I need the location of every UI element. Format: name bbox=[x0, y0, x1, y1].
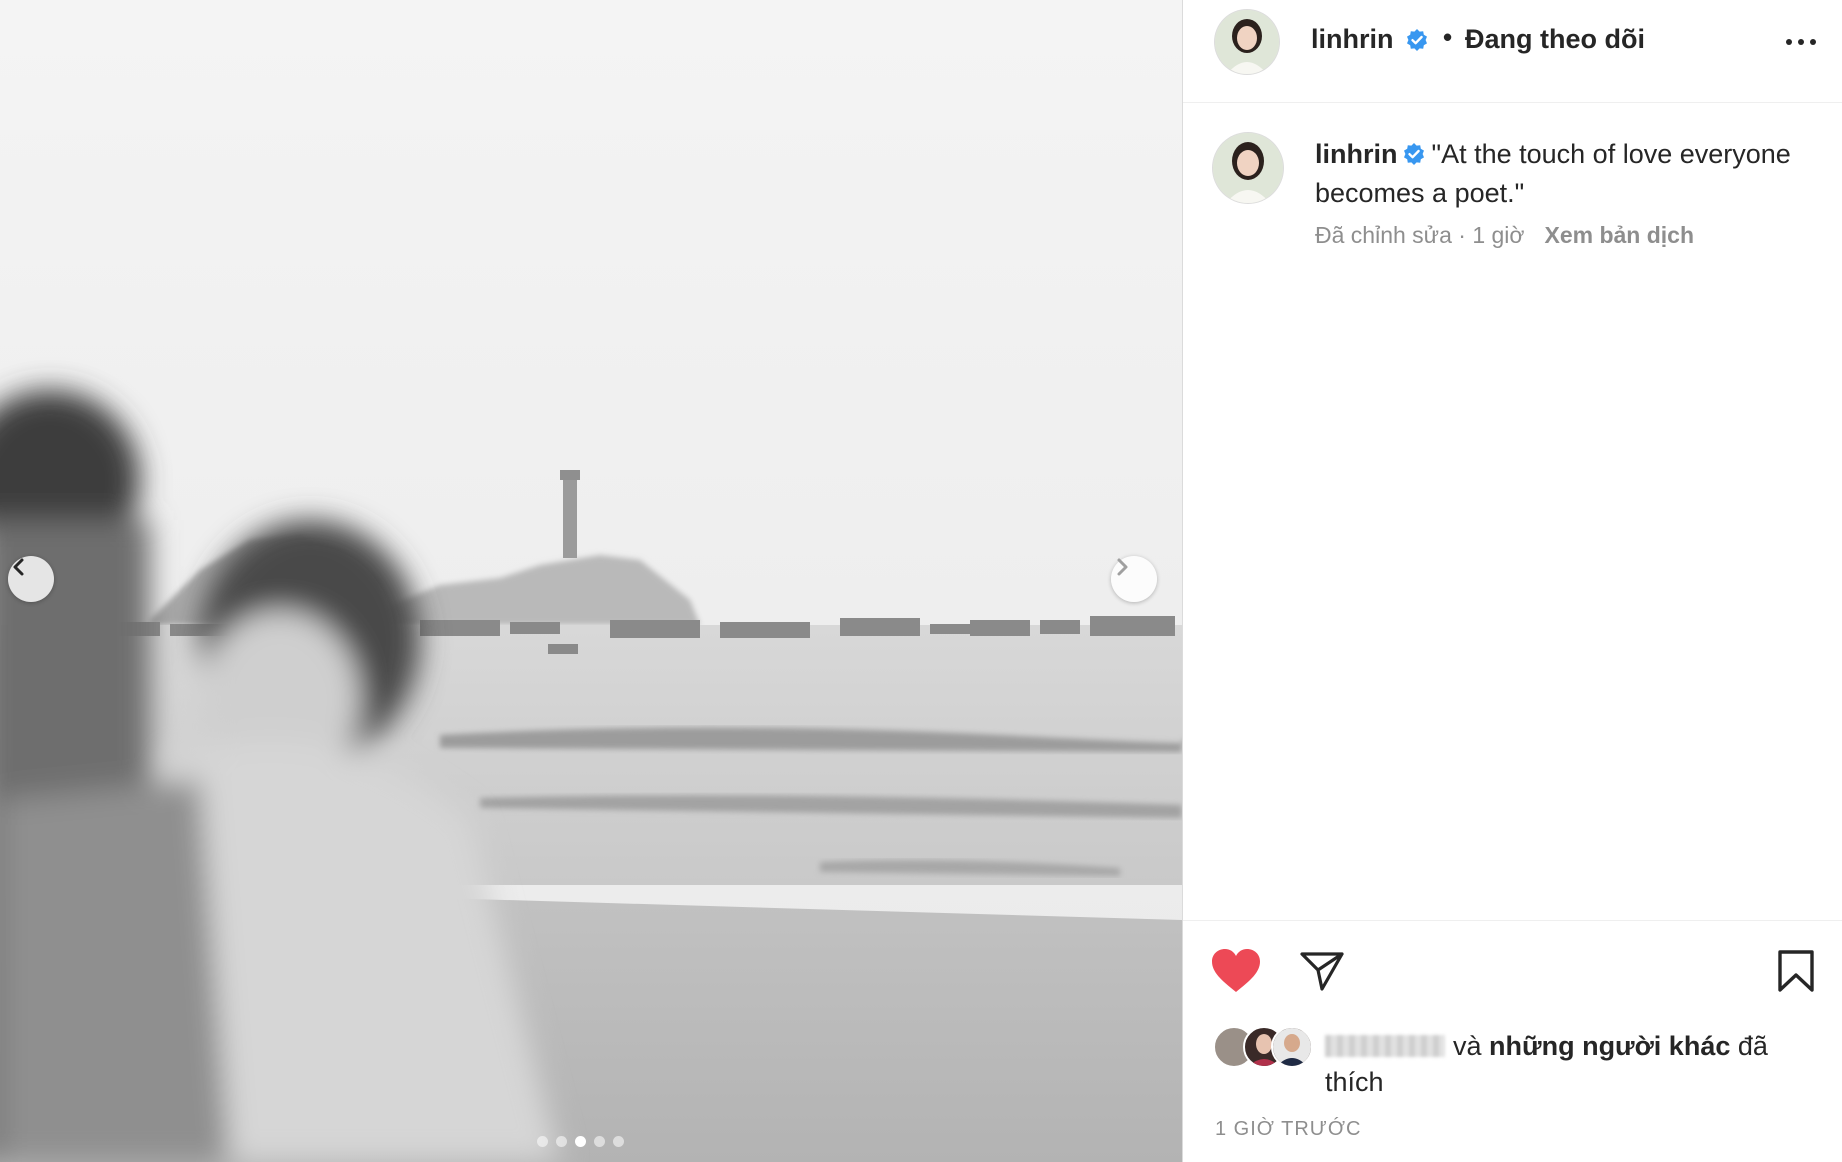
beach-photo-image bbox=[0, 0, 1182, 1162]
carousel-dot-active bbox=[575, 1136, 586, 1147]
caption-meta: Đã chỉnh sửa · 1 giờ Xem bản dịch bbox=[1315, 222, 1694, 249]
divider bbox=[1183, 920, 1842, 921]
carousel-dot bbox=[556, 1136, 567, 1147]
share-button[interactable] bbox=[1295, 948, 1349, 998]
like-button[interactable] bbox=[1209, 948, 1263, 998]
caption-age[interactable]: 1 giờ bbox=[1472, 222, 1524, 248]
post-header: linhrin • Đang theo dõi bbox=[1183, 0, 1842, 103]
post-photo bbox=[0, 0, 1182, 1162]
liked-by-avatars[interactable] bbox=[1213, 1026, 1333, 1070]
avatar[interactable] bbox=[1215, 10, 1279, 74]
meta-separator: · bbox=[1451, 222, 1473, 248]
more-horizontal-icon bbox=[1785, 33, 1817, 51]
likes-others-link[interactable]: những người khác bbox=[1489, 1031, 1730, 1061]
more-options-button[interactable] bbox=[1779, 24, 1823, 60]
post-timestamp[interactable]: 1 GIỜ TRƯỚC bbox=[1215, 1118, 1361, 1141]
post-caption: linhrin "At the touch of love everyone be… bbox=[1315, 136, 1815, 211]
caption-username[interactable]: linhrin bbox=[1315, 139, 1398, 169]
paper-plane-icon bbox=[1300, 951, 1344, 996]
post-author-username[interactable]: linhrin bbox=[1311, 24, 1394, 55]
separator-dot: • bbox=[1443, 22, 1453, 52]
bookmark-icon bbox=[1777, 949, 1815, 998]
following-button[interactable]: Đang theo dõi bbox=[1465, 24, 1645, 55]
verified-badge-icon bbox=[1402, 139, 1426, 175]
carousel-dot bbox=[537, 1136, 548, 1147]
verified-badge-icon bbox=[1405, 28, 1429, 57]
carousel-dot bbox=[613, 1136, 624, 1147]
heart-filled-icon bbox=[1211, 948, 1261, 999]
carousel-dot bbox=[594, 1136, 605, 1147]
previous-slide-button[interactable] bbox=[8, 556, 54, 602]
likes-summary: và những người khác đã thích bbox=[1325, 1028, 1825, 1100]
post-side-panel: linhrin • Đang theo dõi linhrin "At the t… bbox=[1182, 0, 1842, 1162]
caption-avatar[interactable] bbox=[1213, 133, 1283, 203]
carousel-indicator bbox=[537, 1136, 624, 1147]
redacted-username[interactable] bbox=[1325, 1035, 1445, 1057]
next-slide-button[interactable] bbox=[1111, 556, 1157, 602]
save-button[interactable] bbox=[1771, 948, 1821, 998]
see-translation-button[interactable]: Xem bản dịch bbox=[1544, 222, 1694, 248]
likes-conjunction: và bbox=[1453, 1031, 1482, 1061]
avatar bbox=[1271, 1026, 1313, 1068]
edited-label: Đã chỉnh sửa bbox=[1315, 222, 1452, 248]
